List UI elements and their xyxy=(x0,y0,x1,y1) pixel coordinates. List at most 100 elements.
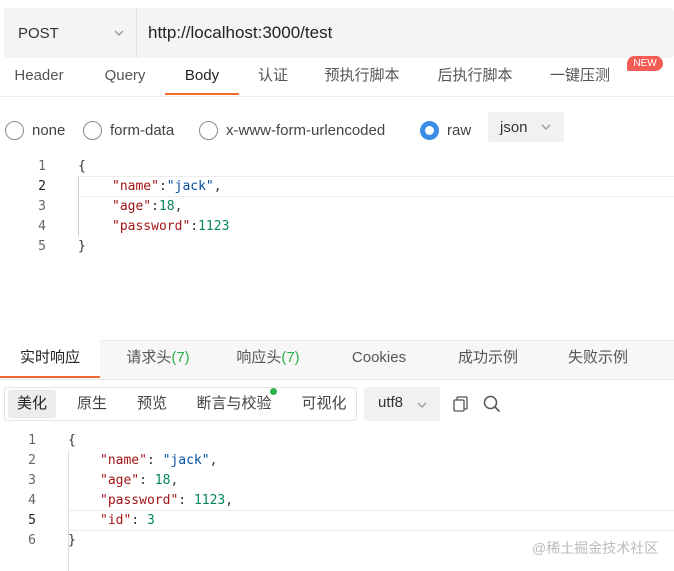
code-line: { xyxy=(78,157,668,177)
request-line-numbers: 1 2 3 4 5 xyxy=(6,157,46,257)
search-icon[interactable] xyxy=(482,394,502,414)
tab-failure-example[interactable]: 失败示例 xyxy=(548,340,648,378)
code-token: 18 xyxy=(158,199,175,214)
code-token: : xyxy=(139,473,155,488)
chevron-down-icon xyxy=(417,402,427,408)
code-line: "age": 18, xyxy=(68,471,668,491)
tab-request-headers[interactable]: 请求头(7) xyxy=(108,340,208,378)
line-number: 2 xyxy=(28,453,36,468)
tab-header[interactable]: Header xyxy=(0,64,78,98)
radio-circle-selected xyxy=(420,120,439,140)
code-token: "name" xyxy=(100,453,147,468)
code-token: "password" xyxy=(112,219,191,234)
code-line: "id": 3 xyxy=(68,511,668,531)
response-line-numbers: 1 2 3 4 5 6 xyxy=(0,431,36,551)
line-number: 6 xyxy=(28,533,36,548)
method-select[interactable]: POST xyxy=(4,8,136,58)
code-token: : xyxy=(146,453,163,468)
radio-form-data[interactable]: form-data xyxy=(83,116,174,144)
tab-auth[interactable]: 认证 xyxy=(246,64,300,98)
line-number: 1 xyxy=(38,159,46,174)
copy-icon[interactable] xyxy=(452,395,470,413)
tab-cookies[interactable]: Cookies xyxy=(329,340,429,378)
tab-stress-test[interactable]: 一键压测 xyxy=(540,64,620,98)
code-token: "jack" xyxy=(162,453,210,468)
radio-circle xyxy=(5,120,24,140)
line-number: 2 xyxy=(38,179,46,194)
radio-urlencoded[interactable]: x-www-form-urlencoded xyxy=(199,116,385,144)
code-token: 18 xyxy=(154,473,171,488)
code-token: : xyxy=(151,199,159,214)
mode-raw[interactable]: 原生 xyxy=(68,390,116,418)
tab-post-script[interactable]: 后执行脚本 xyxy=(425,64,525,98)
code-token: "age" xyxy=(112,199,152,214)
divider xyxy=(136,8,137,58)
tab-live-response[interactable]: 实时响应 xyxy=(0,340,100,378)
code-line: "name":"jack", xyxy=(78,177,668,197)
new-badge: NEW xyxy=(627,56,663,71)
url-input[interactable]: http://localhost:3000/test xyxy=(148,8,332,58)
tab-pre-script[interactable]: 预执行脚本 xyxy=(312,64,412,98)
tab-label: 请求头 xyxy=(126,349,172,366)
encoding-select[interactable]: utf8 xyxy=(364,387,440,421)
code-line: "age":18, xyxy=(78,197,668,217)
code-token: , xyxy=(174,199,183,214)
line-number: 1 xyxy=(28,433,36,448)
line-number: 4 xyxy=(28,493,36,508)
response-body-viewer[interactable]: {"name": "jack", "age": 18, "password": 11… xyxy=(68,431,668,551)
format-label: json xyxy=(500,118,528,136)
radio-label: x-www-form-urlencoded xyxy=(226,121,386,139)
format-select[interactable]: json xyxy=(488,112,564,142)
mode-preview[interactable]: 预览 xyxy=(128,390,176,418)
method-label: POST xyxy=(18,24,59,42)
chevron-down-icon xyxy=(541,124,551,130)
tab-response-headers[interactable]: 响应头(7) xyxy=(218,340,318,378)
request-body-editor[interactable]: {"name":"jack", "age":18, "password":1123} xyxy=(78,157,668,257)
mode-assertions[interactable]: 断言与校验 xyxy=(188,390,280,418)
code-token: "jack" xyxy=(166,179,214,194)
code-token: , xyxy=(225,493,234,508)
code-line: } xyxy=(78,237,668,257)
code-line: { xyxy=(68,431,668,451)
tab-success-example[interactable]: 成功示例 xyxy=(438,340,538,378)
tab-label: 响应头 xyxy=(236,349,282,366)
code-token: : xyxy=(158,179,167,194)
line-number: 3 xyxy=(38,199,46,214)
tab-query[interactable]: Query xyxy=(86,64,164,98)
code-token: , xyxy=(209,453,218,468)
code-token: 1123 xyxy=(193,493,226,508)
radio-none[interactable]: none xyxy=(5,116,65,144)
radio-circle xyxy=(83,120,102,140)
code-token: { xyxy=(78,159,86,174)
mode-pretty[interactable]: 美化 xyxy=(8,390,56,418)
code-token: } xyxy=(68,533,76,548)
encoding-label: utf8 xyxy=(378,394,404,411)
line-number: 3 xyxy=(28,473,36,488)
radio-label: raw xyxy=(447,121,472,139)
code-token: { xyxy=(68,433,76,448)
tab-count: (7) xyxy=(281,349,300,366)
tab-count: (7) xyxy=(171,349,190,366)
watermark: @稀土掘金技术社区 xyxy=(532,540,659,556)
mode-visualize[interactable]: 可视化 xyxy=(292,390,356,418)
chevron-down-icon xyxy=(114,30,124,36)
code-line: "name": "jack", xyxy=(68,451,668,471)
active-tab-indicator xyxy=(165,93,239,95)
code-token: 1123 xyxy=(198,219,230,234)
code-token: "id" xyxy=(100,513,132,528)
code-token: 3 xyxy=(146,513,155,528)
code-token: : xyxy=(190,219,199,234)
line-number: 4 xyxy=(38,219,46,234)
code-token: , xyxy=(170,473,179,488)
line-number: 5 xyxy=(38,239,46,254)
code-token: : xyxy=(131,513,147,528)
radio-label: form-data xyxy=(110,121,175,139)
code-token: "name" xyxy=(112,179,159,194)
radio-raw[interactable]: raw xyxy=(420,116,471,144)
code-token: , xyxy=(213,179,222,194)
divider xyxy=(0,96,674,97)
code-token: : xyxy=(178,493,194,508)
status-dot xyxy=(270,388,277,395)
line-number: 5 xyxy=(28,513,36,528)
code-token: } xyxy=(78,239,86,254)
